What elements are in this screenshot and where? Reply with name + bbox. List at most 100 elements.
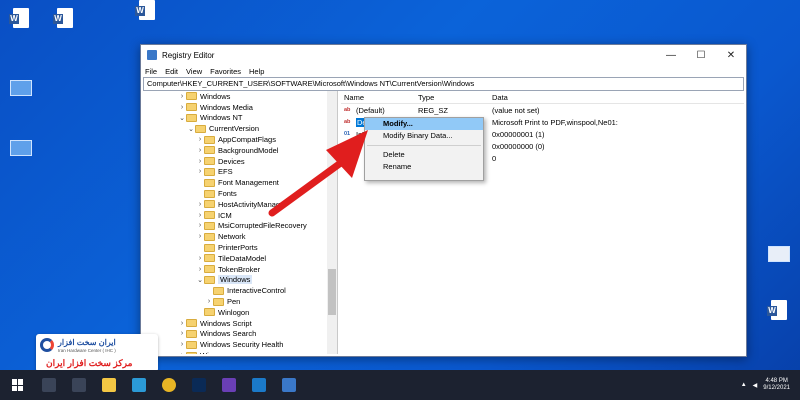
tree-item[interactable]: › Wisp xyxy=(143,350,337,354)
menu-item-rename[interactable]: Rename xyxy=(365,161,483,173)
chevron-icon[interactable]: › xyxy=(196,233,204,240)
tree-item[interactable]: ⌄ CurrentVersion xyxy=(143,123,337,134)
chevron-icon[interactable]: › xyxy=(178,352,186,354)
menu-favorites[interactable]: Favorites xyxy=(210,67,241,76)
tree-item[interactable]: Winlogon xyxy=(143,307,337,318)
tree-item[interactable]: › Windows Script xyxy=(143,318,337,329)
menu-view[interactable]: View xyxy=(186,67,202,76)
value-data-cell: (value not set) xyxy=(492,105,540,115)
desktop-icon-pc-1[interactable] xyxy=(4,80,38,96)
tree-item[interactable]: ⌄ Windows NT xyxy=(143,113,337,124)
desktop-icon-right-2[interactable] xyxy=(762,300,796,320)
reg-string-icon: ab xyxy=(344,107,351,113)
tree-item[interactable]: › BackgroundModel xyxy=(143,145,337,156)
tree-item[interactable]: › TokenBroker xyxy=(143,264,337,275)
chrome-icon[interactable] xyxy=(162,378,176,392)
photoshop-icon[interactable] xyxy=(192,378,206,392)
folder-icon xyxy=(204,200,215,209)
chevron-icon[interactable]: › xyxy=(178,330,186,337)
maximize-button[interactable]: ☐ xyxy=(686,45,716,65)
word-document-icon xyxy=(53,8,73,28)
tree-item[interactable]: › Windows xyxy=(143,91,337,102)
chevron-icon[interactable]: › xyxy=(196,147,204,154)
tree-item[interactable]: ⌄ Windows xyxy=(143,275,337,286)
tree-scrollbar[interactable] xyxy=(327,91,337,354)
tree-item[interactable]: Fonts xyxy=(143,188,337,199)
tree-item[interactable]: › AppCompatFlags xyxy=(143,134,337,145)
volume-icon[interactable]: ◀ xyxy=(753,382,758,389)
table-row[interactable]: ab (Default) REG_SZ (value not set) xyxy=(341,104,744,116)
menu-item-modify[interactable]: Modify... xyxy=(365,118,483,130)
menu-edit[interactable]: Edit xyxy=(165,67,178,76)
address-bar[interactable]: Computer\HKEY_CURRENT_USER\SOFTWARE\Micr… xyxy=(143,77,744,91)
chevron-icon[interactable]: › xyxy=(196,158,204,165)
title-bar[interactable]: Registry Editor — ☐ ✕ xyxy=(141,45,746,65)
regedit-taskbar-icon[interactable] xyxy=(282,378,296,392)
chevron-icon[interactable]: › xyxy=(196,168,204,175)
tree-item[interactable]: › Windows Security Health xyxy=(143,339,337,350)
tree-item[interactable]: › Network xyxy=(143,231,337,242)
chevron-icon[interactable]: › xyxy=(196,212,204,219)
tree-item-label: AppCompatFlags xyxy=(218,135,276,145)
chevron-icon[interactable]: › xyxy=(178,104,186,111)
desktop-icon-word-2[interactable] xyxy=(48,8,82,28)
chevron-icon[interactable]: ⌄ xyxy=(196,276,204,284)
tree-item-label: Windows NT xyxy=(200,113,243,123)
chevron-icon[interactable]: › xyxy=(196,266,204,273)
close-button[interactable]: ✕ xyxy=(716,45,746,65)
start-button[interactable] xyxy=(12,379,24,391)
menu-item-modify-binary[interactable]: Modify Binary Data... xyxy=(365,130,483,142)
menu-help[interactable]: Help xyxy=(249,67,264,76)
header-type[interactable]: Type xyxy=(414,93,488,102)
desktop-icon-word-3[interactable] xyxy=(130,0,164,20)
tree-item[interactable]: › Devices xyxy=(143,156,337,167)
tree-item[interactable]: Font Management xyxy=(143,177,337,188)
chevron-icon[interactable]: › xyxy=(178,93,186,100)
chevron-icon[interactable]: › xyxy=(196,136,204,143)
tree-item-label: Devices xyxy=(218,156,245,166)
desktop-icon-right-1[interactable] xyxy=(762,246,796,262)
chevron-icon[interactable]: › xyxy=(178,320,186,327)
folder-icon xyxy=(204,265,215,274)
menu-file[interactable]: File xyxy=(145,67,157,76)
tree-item[interactable]: › Windows Media xyxy=(143,102,337,113)
logo-ring-icon xyxy=(40,338,54,352)
tree-item[interactable]: › Windows Search xyxy=(143,329,337,340)
minimize-button[interactable]: — xyxy=(656,45,686,65)
network-icon[interactable]: ▲ xyxy=(741,382,747,388)
tree-item[interactable]: › ICM xyxy=(143,210,337,221)
registry-editor-window: Registry Editor — ☐ ✕ File Edit View Fav… xyxy=(140,44,747,357)
tree-item[interactable]: › TileDataModel xyxy=(143,253,337,264)
app-icon[interactable] xyxy=(222,378,236,392)
chevron-icon[interactable]: › xyxy=(196,201,204,208)
tree-item[interactable]: › MsiCorruptedFileRecovery xyxy=(143,221,337,232)
header-data[interactable]: Data xyxy=(488,93,744,102)
chevron-icon[interactable]: › xyxy=(178,341,186,348)
tree-item-label: CurrentVersion xyxy=(209,124,260,134)
scroll-thumb[interactable] xyxy=(328,269,336,315)
task-view-icon[interactable] xyxy=(72,378,86,392)
header-name[interactable]: Name xyxy=(341,93,414,102)
chevron-icon[interactable]: › xyxy=(196,222,204,229)
app-icon-2[interactable] xyxy=(252,378,266,392)
desktop-icon-pc-2[interactable] xyxy=(4,140,38,156)
ihc-logo: ایران سخت افزار Iran Hardware Center ( I… xyxy=(36,334,158,372)
clock[interactable]: 4:48 PM 9/12/2021 xyxy=(763,378,790,392)
search-icon[interactable] xyxy=(42,378,56,392)
chevron-icon[interactable]: ⌄ xyxy=(187,125,195,133)
chevron-icon[interactable]: ⌄ xyxy=(178,114,186,122)
tree-item[interactable]: InteractiveControl xyxy=(143,285,337,296)
folder-icon xyxy=(204,211,215,220)
chevron-icon[interactable]: › xyxy=(205,298,213,305)
desktop-icon-word-1[interactable] xyxy=(4,8,38,28)
tree-item[interactable]: › EFS xyxy=(143,167,337,178)
edge-icon[interactable] xyxy=(132,378,146,392)
file-explorer-icon[interactable] xyxy=(102,378,116,392)
tree-item-label: Windows Script xyxy=(200,318,252,328)
tree-item[interactable]: › Pen xyxy=(143,296,337,307)
chevron-icon[interactable]: › xyxy=(196,255,204,262)
tree-item[interactable]: PrinterPorts xyxy=(143,242,337,253)
menu-item-delete[interactable]: Delete xyxy=(365,149,483,161)
folder-icon xyxy=(204,221,215,230)
tree-item[interactable]: › HostActivityManag xyxy=(143,199,337,210)
